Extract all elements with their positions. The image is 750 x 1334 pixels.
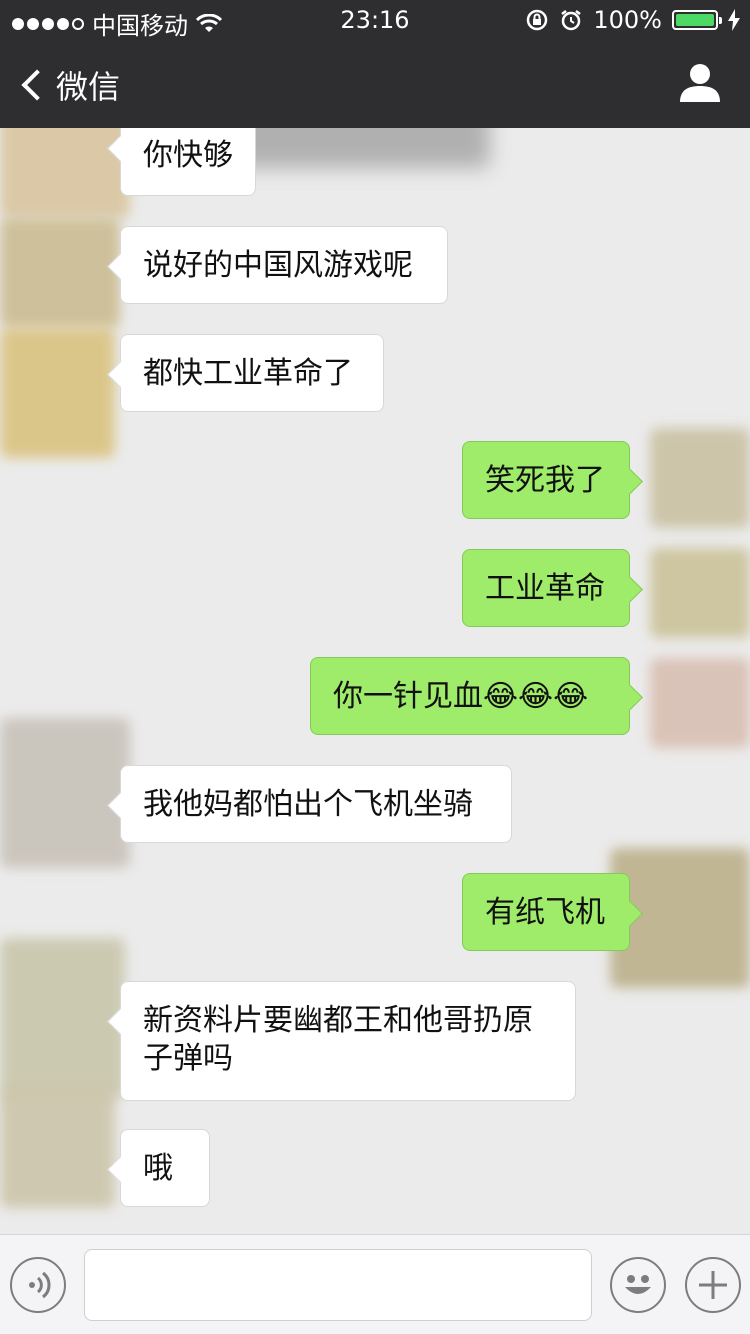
message-text: 笑死我了 [485,463,605,498]
message-bubble-outgoing[interactable]: 笑死我了 [462,441,630,519]
message-text: 我他妈都怕出个飞机坐骑 [143,787,473,822]
input-bar [0,1234,750,1334]
message-bubble-incoming[interactable]: 新资料片要幽都王和他哥扔原子弹吗 [120,981,576,1101]
message-bubble-outgoing[interactable]: 有纸飞机 [462,873,630,951]
image-message[interactable] [230,128,490,168]
back-label: 微信 [56,68,121,106]
message-bubble-incoming[interactable]: 我他妈都怕出个飞机坐骑 [120,765,512,843]
rotation-lock-icon [527,9,548,31]
chat-area[interactable]: 你快够 说好的中国风游戏呢 都快工业革命了 笑死我了 工业革命 你一针见血😂😂😂… [0,128,750,1234]
message-bubble-outgoing[interactable]: 你一针见血😂😂😂 [310,657,630,735]
profile-icon[interactable] [680,62,720,104]
message-text: 都快工业革命了 [143,356,353,391]
chevron-left-icon [21,69,53,101]
battery-icon [672,10,722,30]
nav-bar: 微信 [0,40,750,128]
message-text: 有纸飞机 [485,895,605,930]
message-bubble-outgoing[interactable]: 工业革命 [462,549,630,627]
message-text: 说好的中国风游戏呢 [143,248,413,283]
contact-avatar[interactable] [0,718,130,868]
emoji-button[interactable] [610,1257,666,1313]
message-text: 新资料片要幽都王和他哥扔原子弹吗 [143,1003,533,1076]
more-button[interactable] [685,1257,741,1313]
message-text: 你快够 [143,138,233,173]
smiley-icon [625,1275,651,1294]
my-avatar[interactable] [650,548,750,638]
message-input[interactable] [84,1249,592,1321]
status-right: 100% [525,6,740,34]
message-bubble-incoming[interactable]: 你快够 [120,128,256,196]
contact-avatar[interactable] [0,1088,115,1208]
alarm-icon [561,10,582,31]
message-bubble-incoming[interactable]: 说好的中国风游戏呢 [120,226,448,304]
contact-avatar[interactable] [0,218,120,328]
contact-avatar[interactable] [0,938,125,1098]
message-bubble-incoming[interactable]: 都快工业革命了 [120,334,384,412]
message-bubble-incoming[interactable]: 哦 [120,1129,210,1207]
message-text: 哦 [143,1151,173,1186]
status-bar: 中国移动 23:16 100% [0,0,750,40]
contact-avatar[interactable] [0,128,130,218]
back-button[interactable]: 微信 [18,62,120,108]
plus-icon [699,1271,727,1299]
charging-icon [728,9,740,31]
battery-percent: 100% [593,6,662,34]
my-avatar[interactable] [650,428,750,528]
voice-button[interactable] [10,1257,66,1313]
voice-icon [29,1271,51,1299]
message-text: 工业革命 [485,571,605,606]
message-text: 你一针见血😂😂😂 [333,679,589,714]
my-avatar[interactable] [650,658,750,748]
contact-avatar[interactable] [0,328,115,458]
